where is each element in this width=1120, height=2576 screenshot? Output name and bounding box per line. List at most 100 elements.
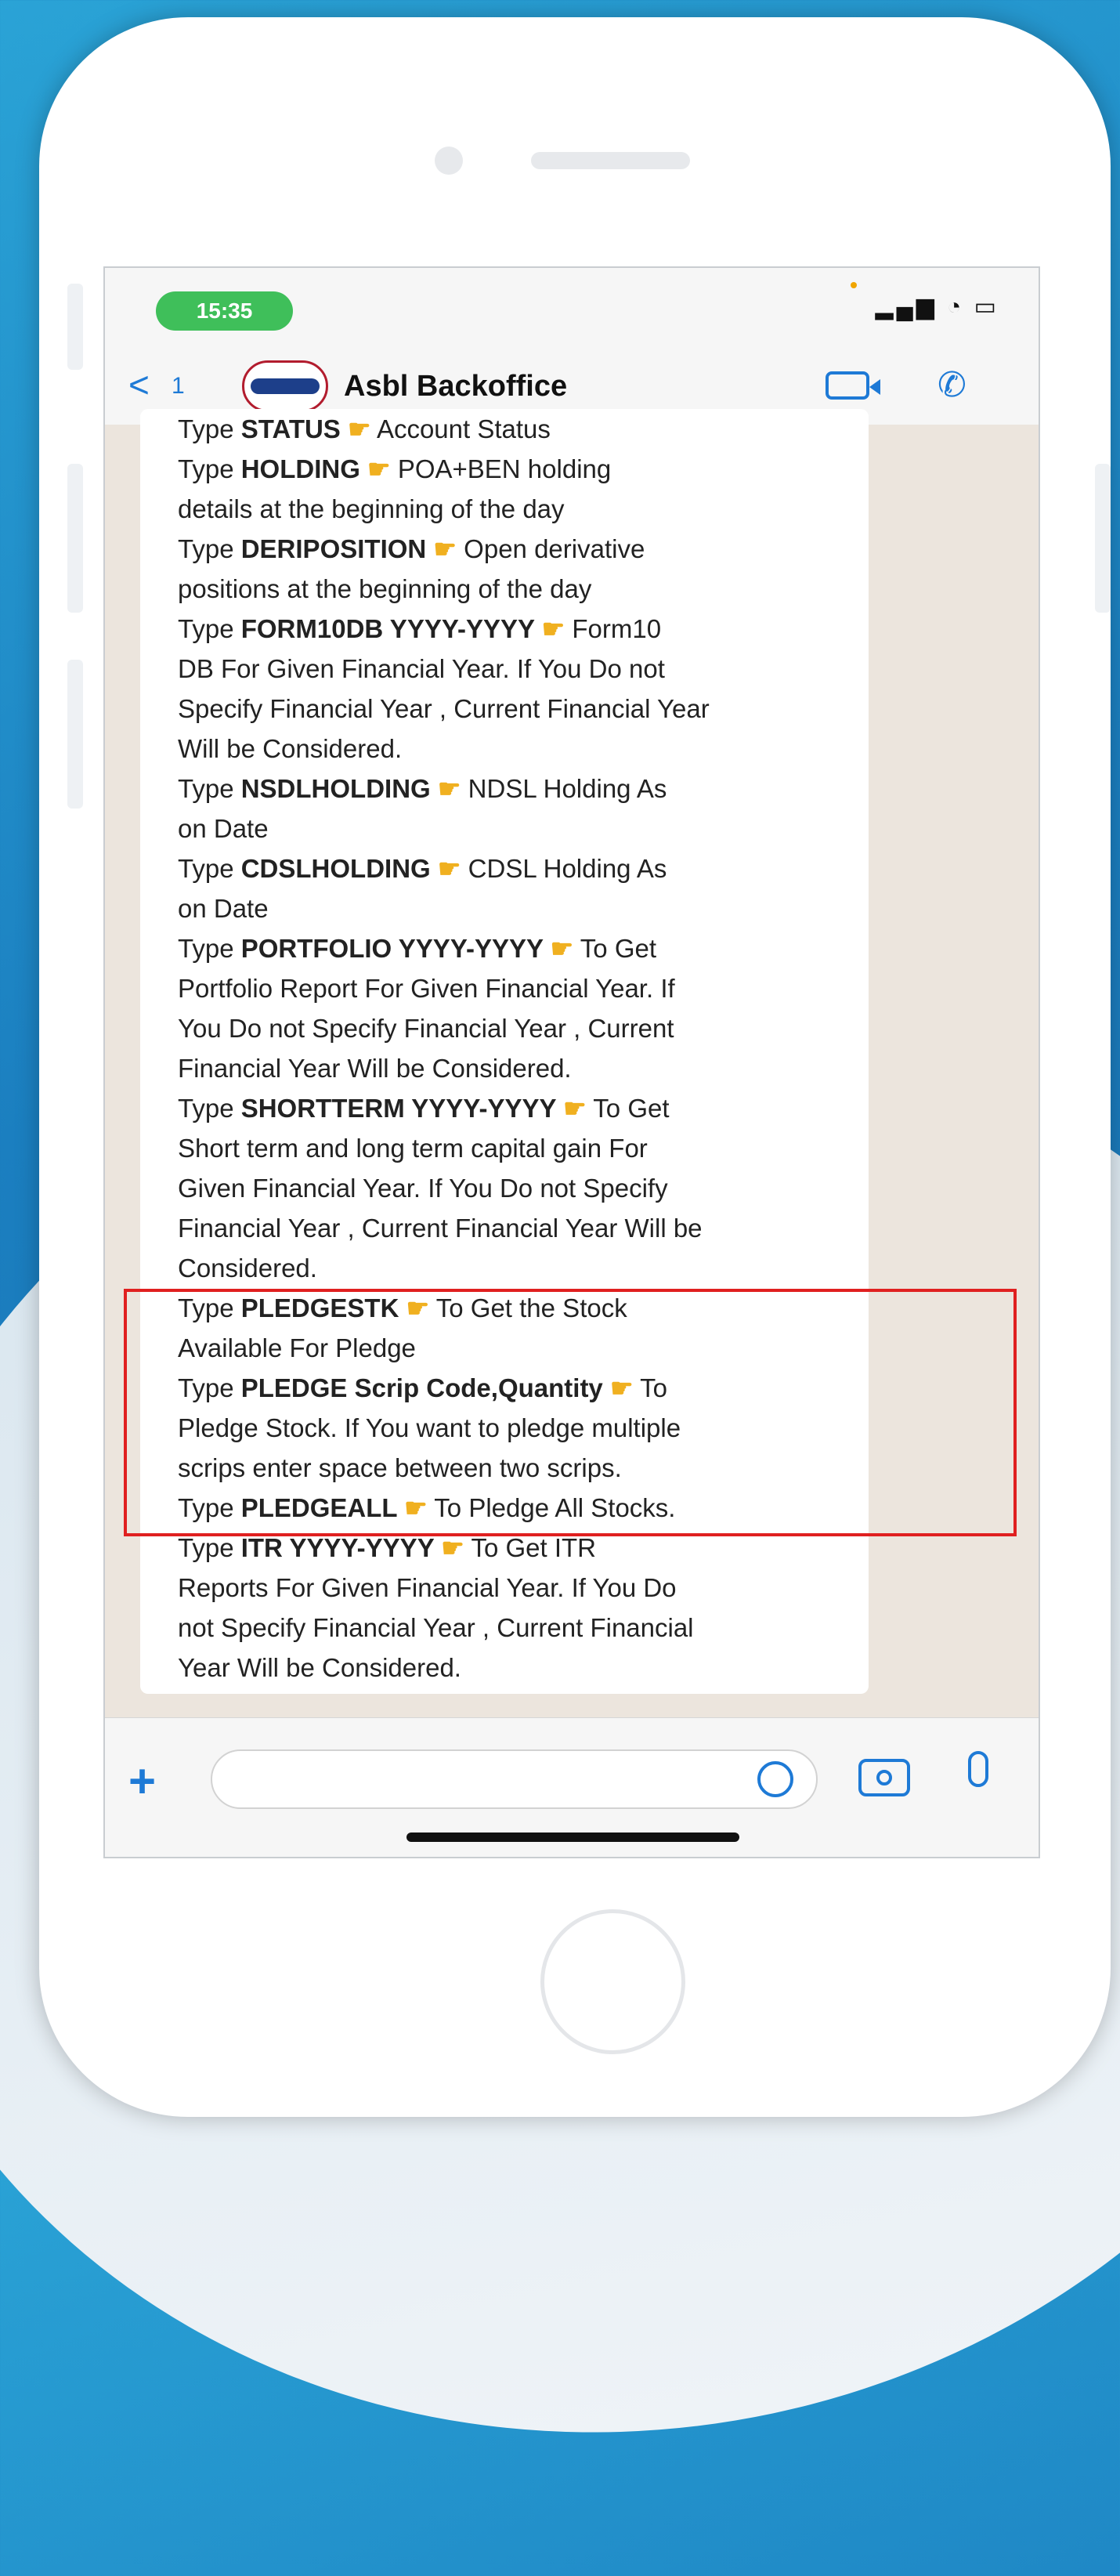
message-line: Type PLEDGE Scrip Code,Quantity ☛ To <box>154 1368 854 1408</box>
pointing-hand-icon: ☛ <box>399 1293 430 1322</box>
message-line: not Specify Financial Year , Current Fin… <box>154 1608 854 1648</box>
command-keyword: ITR YYYY-YYYY <box>240 1533 435 1562</box>
message-line: You Do not Specify Financial Year , Curr… <box>154 1008 854 1048</box>
line-description: To Get ITR <box>464 1533 596 1562</box>
command-keyword: PLEDGESTK <box>240 1293 399 1322</box>
message-line: Portfolio Report For Given Financial Yea… <box>154 968 854 1008</box>
pointing-hand-icon: ☛ <box>434 1533 464 1562</box>
line-description: POA+BEN holding <box>390 454 612 483</box>
line-text: positions at the beginning of the day <box>178 574 592 603</box>
line-text: Reports For Given Financial Year. If You… <box>178 1573 677 1602</box>
command-keyword: HOLDING <box>240 454 360 483</box>
message-line: Type HOLDING ☛ POA+BEN holding <box>154 449 854 489</box>
back-chevron-icon[interactable]: < <box>128 364 150 406</box>
line-description: To Get <box>573 934 657 963</box>
pointing-hand-icon: ☛ <box>426 534 457 563</box>
pointing-hand-icon: ☛ <box>602 1373 634 1402</box>
line-text: Specify Financial Year , Current Financi… <box>178 694 710 723</box>
privacy-indicator-dot <box>851 282 857 288</box>
home-button[interactable] <box>540 1909 685 2054</box>
message-line: Type CDSLHOLDING ☛ CDSL Holding As <box>154 848 854 888</box>
pointing-hand-icon: ☛ <box>340 414 371 443</box>
input-bar: + <box>105 1717 1039 1857</box>
command-keyword: PLEDGE Scrip Code,Quantity <box>240 1373 603 1402</box>
message-line: Pledge Stock. If You want to pledge mult… <box>154 1408 854 1448</box>
contact-avatar[interactable] <box>242 360 328 412</box>
line-text: Type <box>178 534 241 563</box>
command-keyword: PORTFOLIO YYYY-YYYY <box>240 934 544 963</box>
line-text: Will be Considered. <box>178 734 403 763</box>
line-text: Type <box>178 414 241 443</box>
phone-call-icon[interactable]: ✆ <box>938 365 966 405</box>
signal-wifi-battery-icon: ▂▄▆ ◔ ▭ <box>875 294 999 320</box>
line-text: Type <box>178 1533 241 1562</box>
message-line: Available For Pledge <box>154 1328 854 1368</box>
message-line: Type ITR YYYY-YYYY ☛ To Get ITR <box>154 1528 854 1568</box>
line-text: Type <box>178 1373 241 1402</box>
line-description: Account Status <box>370 414 551 443</box>
mute-switch <box>67 284 83 370</box>
message-line: Type DERIPOSITION ☛ Open derivative <box>154 529 854 569</box>
message-line: Will be Considered. <box>154 729 854 769</box>
video-call-icon[interactable] <box>826 371 880 400</box>
message-line: Type PLEDGESTK ☛ To Get the Stock <box>154 1288 854 1328</box>
line-text: Given Financial Year. If You Do not Spec… <box>178 1174 668 1203</box>
line-text: on Date <box>178 894 269 923</box>
message-line: Type SHORTTERM YYYY-YYYY ☛ To Get <box>154 1088 854 1128</box>
message-line: on Date <box>154 888 854 928</box>
earpiece-speaker <box>531 152 690 169</box>
contact-name[interactable]: Asbl Backoffice <box>344 370 567 403</box>
command-keyword: PLEDGEALL <box>240 1493 397 1522</box>
message-line: Type NSDLHOLDING ☛ NDSL Holding As <box>154 769 854 809</box>
line-description: To Pledge All Stocks. <box>427 1493 676 1522</box>
avatar-logo-band <box>251 378 320 394</box>
line-description: NDSL Holding As <box>461 774 667 803</box>
line-description: Form10 <box>565 614 662 643</box>
pointing-hand-icon: ☛ <box>430 774 461 803</box>
camera-icon[interactable] <box>858 1759 910 1796</box>
pointing-hand-icon: ☛ <box>396 1493 428 1522</box>
message-line: scrips enter space between two scrips. <box>154 1448 854 1488</box>
pointing-hand-icon: ☛ <box>430 854 461 883</box>
line-text: Type <box>178 1094 241 1123</box>
status-bar: 15:35 ▂▄▆ ◔ ▭ <box>105 268 1039 346</box>
message-line: DB For Given Financial Year. If You Do n… <box>154 649 854 689</box>
message-input[interactable] <box>211 1749 818 1809</box>
message-line: Year Will be Considered. <box>154 1648 854 1688</box>
line-text: on Date <box>178 814 269 843</box>
line-text: Portfolio Report For Given Financial Yea… <box>178 974 675 1003</box>
message-line: Short term and long term capital gain Fo… <box>154 1128 854 1168</box>
pointing-hand-icon: ☛ <box>555 1094 587 1123</box>
line-text: Year Will be Considered. <box>178 1653 461 1682</box>
line-text: Type <box>178 614 241 643</box>
sticker-icon[interactable] <box>757 1761 793 1797</box>
line-description: To Get the Stock <box>429 1293 627 1322</box>
line-text: Available For Pledge <box>178 1333 416 1362</box>
line-text: not Specify Financial Year , Current Fin… <box>178 1613 694 1642</box>
line-text: You Do not Specify Financial Year , Curr… <box>178 1014 674 1043</box>
message-line: Financial Year Will be Considered. <box>154 1048 854 1088</box>
line-text: Pledge Stock. If You want to pledge mult… <box>178 1413 681 1442</box>
line-description: CDSL Holding As <box>461 854 667 883</box>
pointing-hand-icon: ☛ <box>359 454 391 483</box>
microphone-icon[interactable] <box>968 1751 988 1787</box>
command-keyword: DERIPOSITION <box>240 534 427 563</box>
line-description: Open derivative <box>457 534 645 563</box>
line-text: Financial Year , Current Financial Year … <box>178 1214 703 1243</box>
line-text: Type <box>178 934 241 963</box>
front-camera <box>435 147 463 175</box>
pointing-hand-icon: ☛ <box>543 934 574 963</box>
line-text: Type <box>178 1493 241 1522</box>
unread-count[interactable]: 1 <box>172 373 185 400</box>
message-line: on Date <box>154 809 854 848</box>
line-text: Type <box>178 1293 241 1322</box>
message-line: Type FORM10DB YYYY-YYYY ☛ Form10 <box>154 609 854 649</box>
line-description: To <box>633 1373 667 1402</box>
message-line: Considered. <box>154 1248 854 1288</box>
message-line: Type PLEDGEALL ☛ To Pledge All Stocks. <box>154 1488 854 1528</box>
command-keyword: STATUS <box>240 414 341 443</box>
plus-icon[interactable]: + <box>128 1754 156 1808</box>
power-button <box>1095 464 1111 613</box>
line-text: details at the beginning of the day <box>178 494 565 523</box>
message-line: Type STATUS ☛ Account Status <box>154 409 854 449</box>
